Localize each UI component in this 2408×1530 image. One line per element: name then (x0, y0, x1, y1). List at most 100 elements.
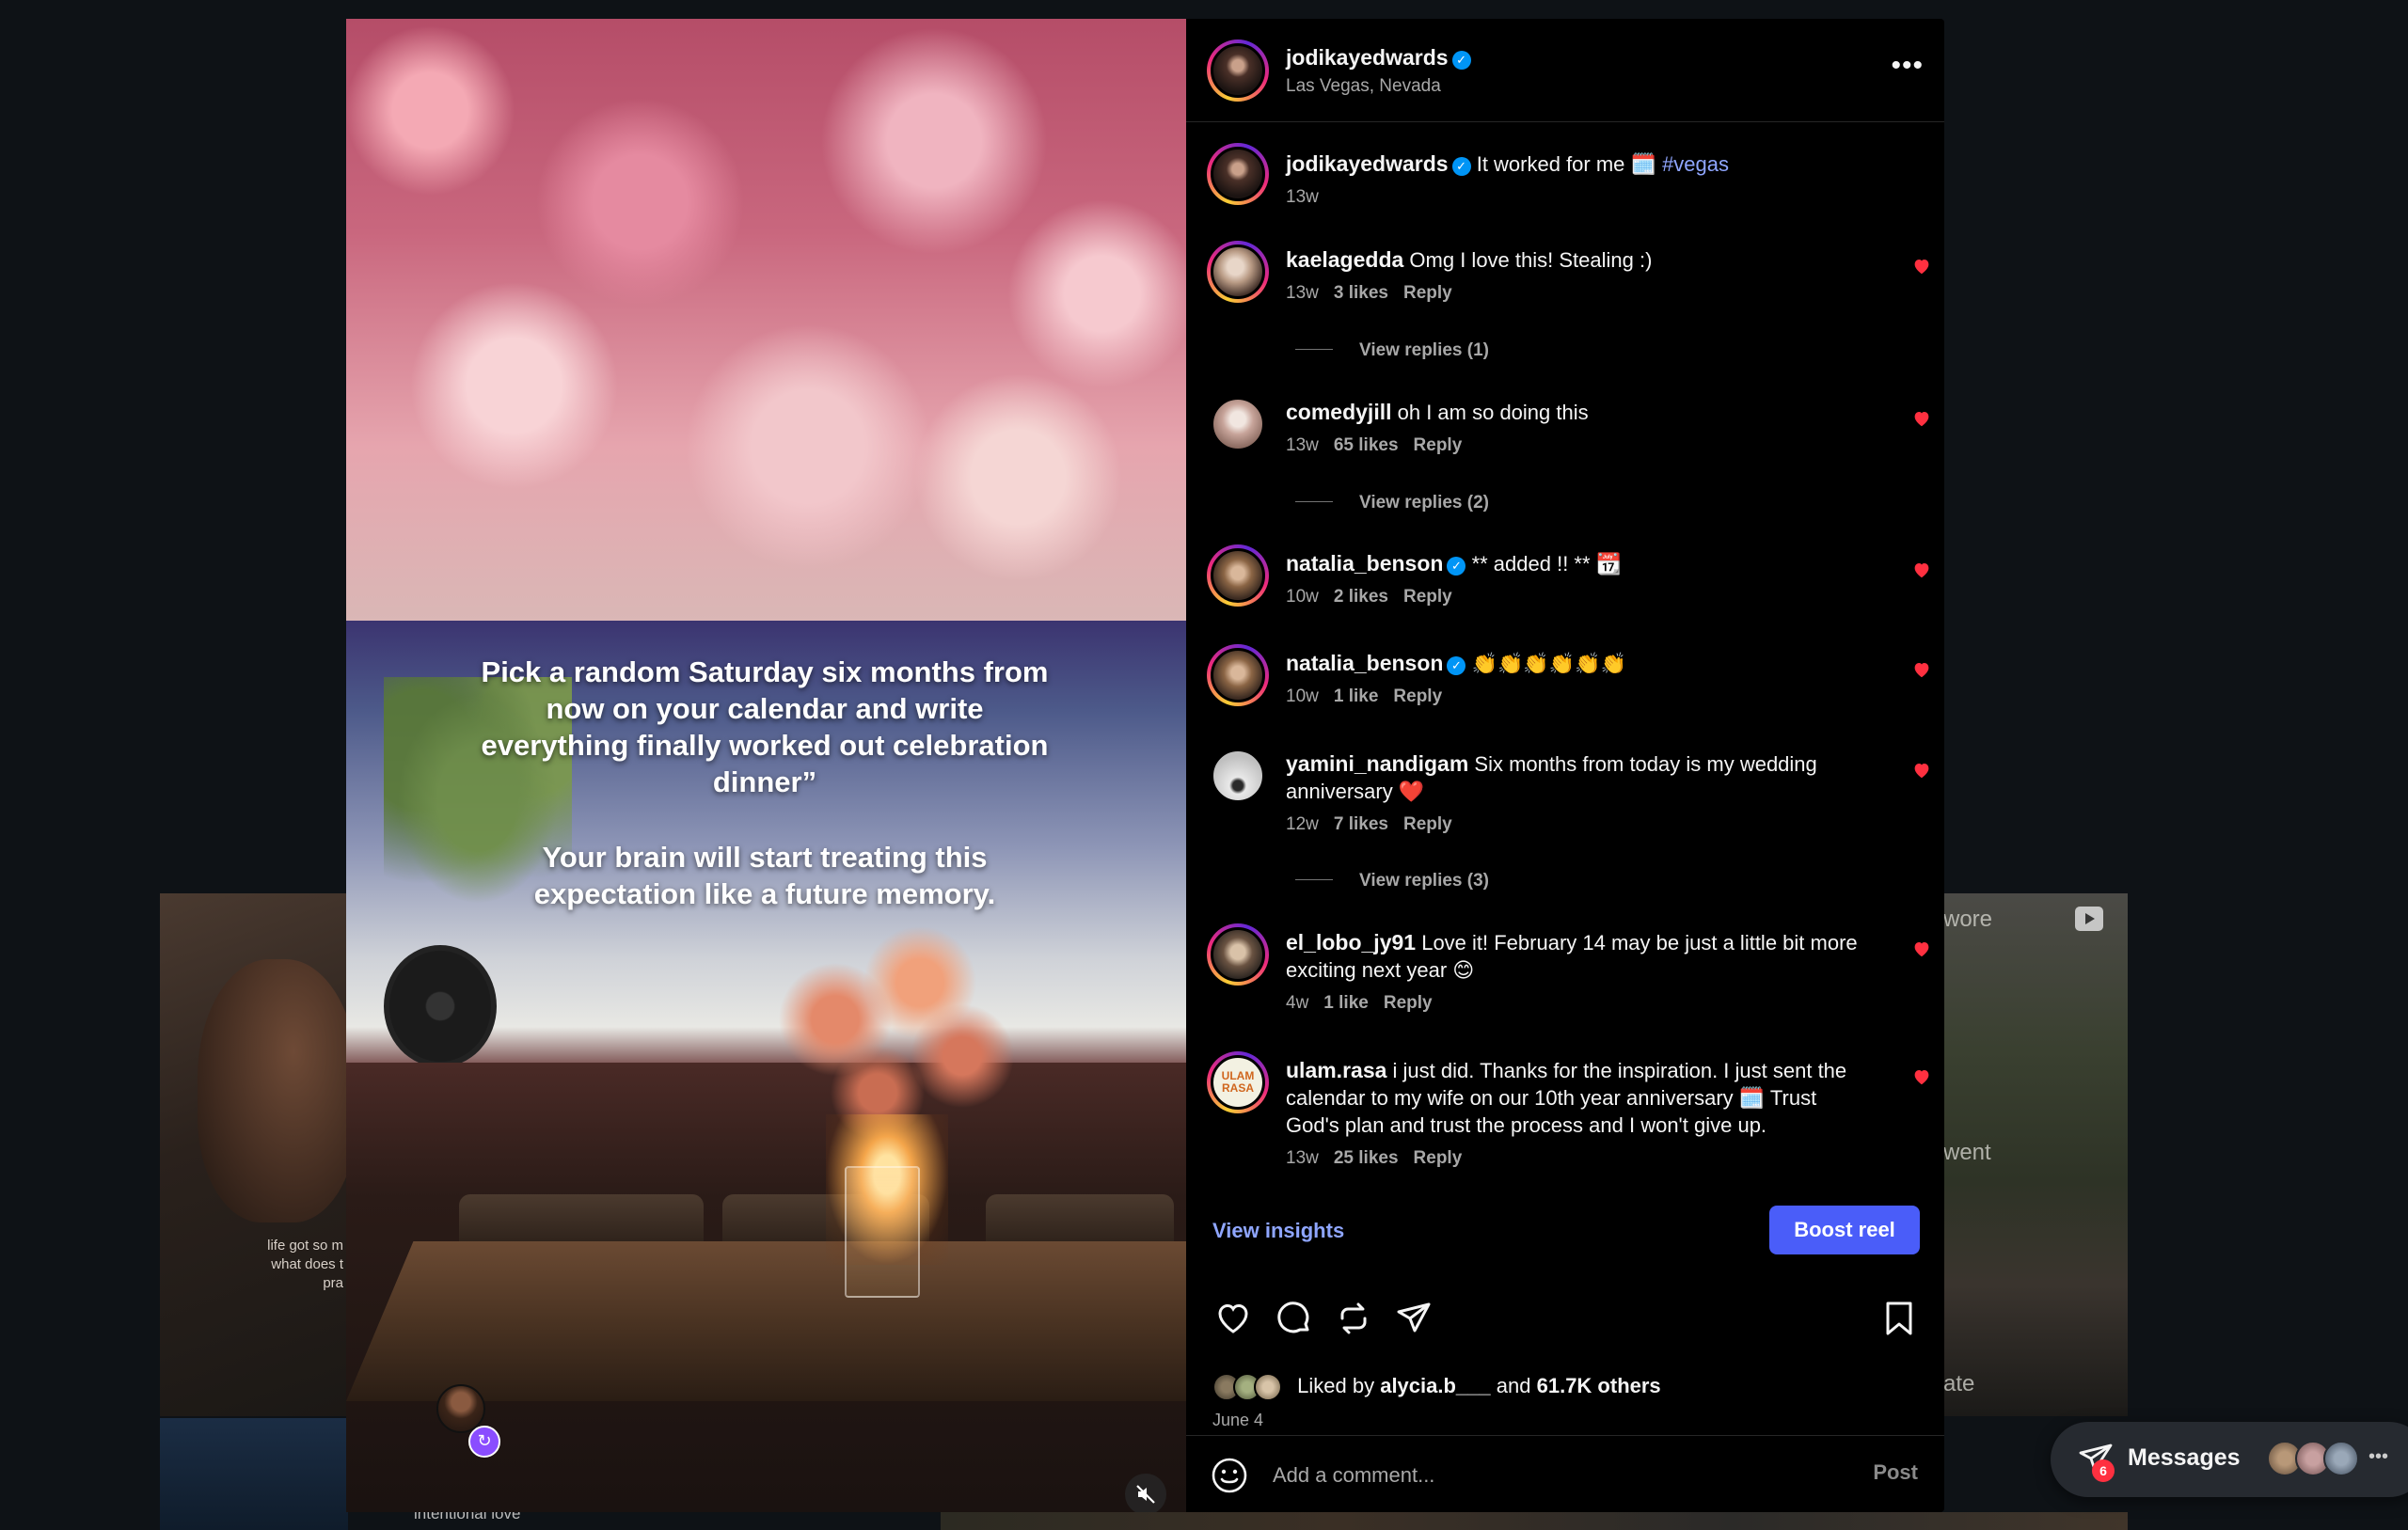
post-header: jodikayedwards ✓ Las Vegas, Nevada ••• (1186, 19, 1944, 122)
reply-button[interactable]: Reply (1384, 993, 1433, 1013)
post-comment-button[interactable]: Post (1873, 1460, 1918, 1485)
save-bookmark-icon[interactable] (1878, 1298, 1920, 1339)
commenter-avatar[interactable] (1207, 644, 1269, 706)
verified-badge-icon: ✓ (1447, 557, 1466, 576)
likes-count[interactable]: 61.7K others (1537, 1374, 1661, 1397)
liked-by-summary: Liked by alycia.b___ and 61.7K others (1212, 1373, 1920, 1405)
repost-icon[interactable] (1333, 1298, 1374, 1339)
boost-reel-button[interactable]: Boost reel (1769, 1206, 1920, 1254)
post-date: June 4 (1212, 1411, 1264, 1429)
liked-by-user[interactable]: alycia.b___ (1380, 1374, 1490, 1397)
commenter-avatar[interactable] (1207, 745, 1269, 807)
verified-badge-icon: ✓ (1447, 656, 1466, 675)
heart-filled-icon[interactable] (1912, 258, 1931, 275)
heart-filled-icon[interactable] (1912, 661, 1931, 678)
background-post-thumbnail-right[interactable]: wore went ate (1943, 893, 2128, 1416)
commenter-avatar[interactable] (1207, 143, 1269, 205)
more-options-button[interactable]: ••• (1891, 52, 1924, 80)
comment-username[interactable]: kaelagedda (1286, 247, 1403, 272)
liked-by-prefix: Liked by (1297, 1373, 1375, 1397)
insights-row: View insights Boost reel (1212, 1206, 1920, 1256)
heart-filled-icon[interactable] (1912, 940, 1931, 957)
commenter-avatar[interactable] (1207, 241, 1269, 303)
heart-filled-icon[interactable] (1912, 561, 1931, 578)
reply-button[interactable]: Reply (1414, 1148, 1463, 1168)
comment-username[interactable]: jodikayedwards (1286, 151, 1449, 176)
background-thumbnail-strip (941, 1512, 2128, 1530)
commenter-avatar[interactable]: ULAM RASA (1207, 1051, 1269, 1113)
comment-time: 10w (1286, 587, 1319, 607)
comment-username[interactable]: comedyjill (1286, 400, 1391, 424)
reply-button[interactable]: Reply (1414, 435, 1463, 455)
commenter-avatar[interactable] (1207, 544, 1269, 607)
reply-button[interactable]: Reply (1393, 686, 1442, 706)
comment-likes[interactable]: 7 likes (1334, 814, 1388, 834)
messages-pill[interactable]: 6 Messages ••• (2051, 1422, 2408, 1497)
comment-username[interactable]: el_lobo_jy91 (1286, 930, 1416, 954)
comment-text: It worked for me 🗓️ (1476, 152, 1656, 176)
view-replies-button[interactable]: View replies (2) (1295, 493, 1489, 513)
comment-likes[interactable]: 3 likes (1334, 283, 1388, 303)
comment-likes[interactable]: 65 likes (1334, 435, 1399, 455)
commenter-avatar[interactable] (1207, 923, 1269, 986)
comment-bar: Post (1186, 1435, 1944, 1512)
liked-by-and: and (1496, 1373, 1531, 1397)
reel-video[interactable]: Pick a random Saturday six months from n… (346, 19, 1186, 1512)
comment-time: 10w (1286, 686, 1319, 706)
verified-badge-icon: ✓ (1451, 51, 1471, 70)
author-info: jodikayedwards ✓ Las Vegas, Nevada (1286, 45, 1471, 97)
view-replies-button[interactable]: View replies (1) (1295, 340, 1489, 361)
verified-badge-icon: ✓ (1451, 157, 1471, 176)
comment-likes[interactable]: 2 likes (1334, 587, 1388, 607)
liker-avatars[interactable] (1212, 1373, 1288, 1401)
author-avatar[interactable] (1207, 39, 1269, 102)
thumbnail-text-1: wore (1943, 907, 1993, 932)
remix-badge-icon: ↻ (468, 1426, 500, 1458)
emoji-icon[interactable] (1211, 1457, 1248, 1494)
background-post-thumbnail-left[interactable]: life got so m what does t pra (160, 893, 348, 1416)
reel-overlay-text-2: Your brain will start treating this expe… (533, 841, 996, 910)
comment-text: Omg I love this! Stealing :) (1409, 248, 1653, 272)
comment-username[interactable]: natalia_benson (1286, 551, 1443, 576)
thumbnail-person-image (198, 959, 348, 1222)
background-post-thumbnail-left-bottom[interactable] (160, 1418, 348, 1530)
comment-username[interactable]: ulam.rasa (1286, 1058, 1386, 1082)
comment-likes[interactable]: 25 likes (1334, 1148, 1399, 1168)
hashtag-link[interactable]: #vegas (1662, 152, 1729, 176)
heart-filled-icon[interactable] (1912, 410, 1931, 427)
mute-button[interactable] (1125, 1474, 1166, 1512)
comment-time: 13w (1286, 187, 1319, 207)
comment-time: 4w (1286, 993, 1309, 1013)
post-actions (1212, 1298, 1920, 1341)
comment-username[interactable]: natalia_benson (1286, 651, 1443, 675)
comment-time: 13w (1286, 1148, 1319, 1168)
post-location[interactable]: Las Vegas, Nevada (1286, 76, 1471, 97)
share-icon[interactable] (1393, 1298, 1434, 1339)
reply-button[interactable]: Reply (1403, 587, 1452, 607)
comment-text: 👏👏👏👏👏👏 (1471, 652, 1626, 675)
heart-filled-icon[interactable] (1912, 762, 1931, 779)
comment-likes[interactable]: 1 like (1334, 686, 1379, 706)
heart-filled-icon[interactable] (1912, 1068, 1931, 1085)
vase-image (845, 1166, 920, 1298)
reply-button[interactable]: Reply (1403, 814, 1452, 834)
reply-button[interactable]: Reply (1403, 283, 1452, 303)
recent-chat-avatars[interactable]: ••• (2267, 1441, 2389, 1478)
like-heart-icon[interactable] (1212, 1298, 1254, 1339)
comment-time: 12w (1286, 814, 1319, 834)
view-insights-link[interactable]: View insights (1212, 1219, 1344, 1243)
avatar-logo-text: ULAM RASA (1211, 1055, 1265, 1110)
comment-likes[interactable]: 1 like (1323, 993, 1369, 1013)
unread-badge: 6 (2092, 1459, 2115, 1482)
post-detail-panel: jodikayedwards ✓ Las Vegas, Nevada ••• jo… (1186, 19, 1944, 1512)
comment-username[interactable]: yamini_nandigam (1286, 751, 1468, 776)
author-username[interactable]: jodikayedwards (1286, 45, 1449, 70)
commenter-avatar[interactable] (1207, 393, 1269, 455)
thumbnail-text-2: went (1943, 1140, 1991, 1165)
view-replies-button[interactable]: View replies (3) (1295, 871, 1489, 891)
reel-overlay-text-1: Pick a random Saturday six months from n… (481, 655, 1049, 798)
comment-time: 13w (1286, 435, 1319, 455)
comment-icon[interactable] (1273, 1298, 1314, 1339)
table-image (346, 1241, 1186, 1401)
comment-input[interactable] (1273, 1459, 1799, 1492)
